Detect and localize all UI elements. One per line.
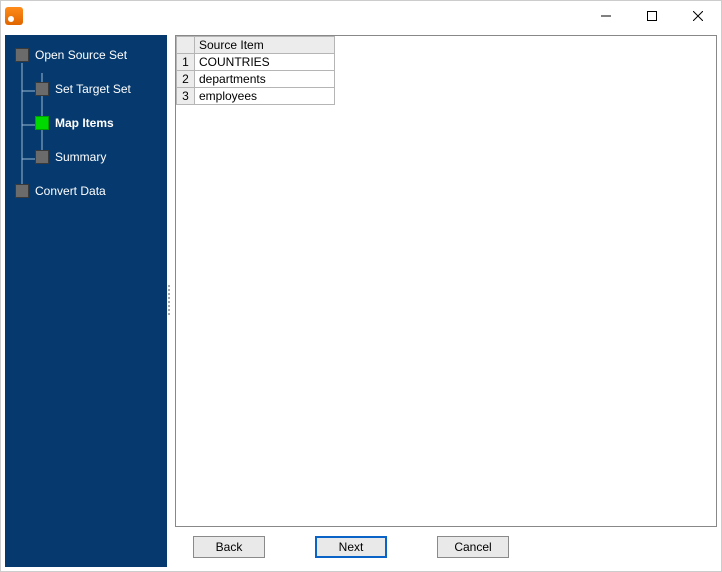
step-box-icon — [15, 184, 29, 198]
row-number: 1 — [177, 54, 195, 71]
step-box-icon — [15, 48, 29, 62]
step-box-icon — [35, 116, 49, 130]
close-button[interactable] — [675, 1, 721, 31]
source-item-cell[interactable]: employees — [195, 88, 335, 105]
window-controls — [583, 1, 721, 31]
wizard-buttons: Back Next Cancel — [175, 527, 717, 567]
table-row[interactable]: 3employees — [177, 88, 335, 105]
maximize-button[interactable] — [629, 1, 675, 31]
titlebar — [1, 1, 721, 31]
wizard-steps-tree: Open Source Set Set Target Set Map Items Su… — [5, 43, 167, 203]
step-label: Convert Data — [35, 184, 106, 198]
wizard-sidebar: Open Source Set Set Target Set Map Items Su… — [5, 35, 167, 567]
step-label: Map Items — [55, 116, 114, 130]
cancel-button[interactable]: Cancel — [437, 536, 509, 558]
minimize-button[interactable] — [583, 1, 629, 31]
step-box-icon — [35, 82, 49, 96]
source-items-table[interactable]: Source Item 1COUNTRIES2departments3emplo… — [176, 36, 335, 105]
step-label: Set Target Set — [55, 82, 131, 96]
source-item-cell[interactable]: departments — [195, 71, 335, 88]
row-number: 2 — [177, 71, 195, 88]
table-row[interactable]: 1COUNTRIES — [177, 54, 335, 71]
app-icon — [5, 7, 23, 25]
step-box-icon — [35, 150, 49, 164]
table-row[interactable]: 2departments — [177, 71, 335, 88]
wizard-step[interactable]: Open Source Set — [5, 43, 167, 67]
row-number: 3 — [177, 88, 195, 105]
step-label: Open Source Set — [35, 48, 127, 62]
wizard-step[interactable]: Set Target Set — [5, 77, 167, 101]
step-label: Summary — [55, 150, 106, 164]
source-item-cell[interactable]: COUNTRIES — [195, 54, 335, 71]
splitter[interactable] — [167, 35, 171, 567]
next-button[interactable]: Next — [315, 536, 387, 558]
wizard-step[interactable]: Map Items — [5, 111, 167, 135]
source-items-panel: Source Item 1COUNTRIES2departments3emplo… — [175, 35, 717, 527]
row-header-blank — [177, 37, 195, 54]
col-header-source-item[interactable]: Source Item — [195, 37, 335, 54]
back-button[interactable]: Back — [193, 536, 265, 558]
wizard-step[interactable]: Summary — [5, 145, 167, 169]
wizard-step[interactable]: Convert Data — [5, 179, 167, 203]
